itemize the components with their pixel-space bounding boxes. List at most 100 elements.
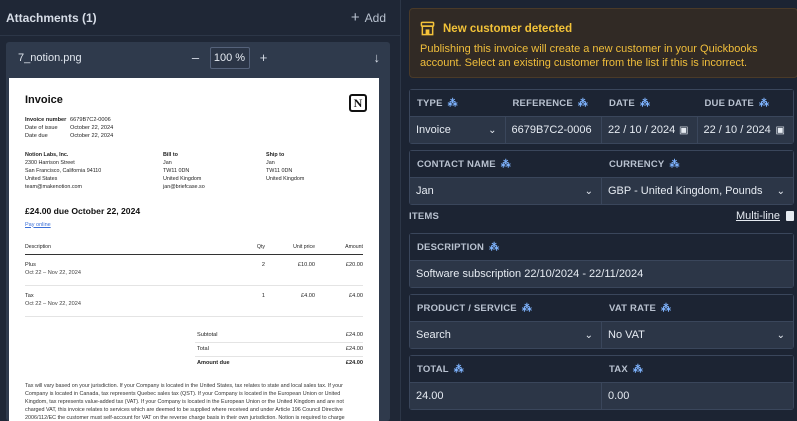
type-label: TYPE ⁂ [417,97,458,109]
magic-wand-icon: ⁂ [521,302,533,314]
magic-wand-icon: ⁂ [639,97,651,109]
total-value: £24.00 [345,359,363,366]
contact-select[interactable]: Jan ⌄ [410,178,602,204]
column-qty: Qty [256,243,265,250]
from-line: San Francisco, California 94110 [25,168,102,175]
item-qty: 2 [261,261,265,268]
item-unit-price: £10.00 [297,261,315,268]
items-label: ITEMS [409,210,440,222]
description-input[interactable]: Software subscription 22/10/2024 - 22/11… [410,261,793,287]
zoom-input[interactable]: 100 % [209,46,250,69]
zoom-controls: – 100 % + [190,46,270,69]
zoom-out-button[interactable]: – [190,50,202,65]
due-date-label: DUE DATE ⁂ [704,97,770,109]
meta-row: Date of issue October 22, 2024 [25,124,363,132]
store-icon [420,21,435,36]
chevron-down-icon: ⌄ [488,124,497,136]
reference-label: REFERENCE ⁂ [512,97,589,109]
ship-to-line: Jan [266,159,275,166]
product-fields: PRODUCT / SERVICE ⁂ VAT RATE ⁂ Search ⌄ No … [409,294,794,349]
product-label: PRODUCT / SERVICE ⁂ [417,302,533,314]
magic-wand-icon: ⁂ [758,97,770,109]
due-date-input[interactable]: 22 / 10 / 2024 ▣ [698,117,794,143]
product-select[interactable]: Search ⌄ [410,322,602,348]
multi-line-toggle[interactable]: Multi-line [736,210,794,222]
attachments-header: Attachments (1) + Add [0,0,400,36]
item-amount: £4.00 [349,292,363,299]
meta-row: Invoice number 6679B7C2-0006 [25,116,363,124]
type-select[interactable]: Invoice ⌄ [410,117,506,143]
currency-label: CURRENCY ⁂ [609,158,680,170]
item-unit-price: £4.00 [301,292,315,299]
bill-to-line: TW11 0DN [163,168,190,175]
zoom-value: 100 [213,51,233,64]
meta-value: 6679B7C2-0006 [70,117,111,123]
download-icon[interactable]: ↓ [374,50,381,65]
item-qty: 1 [261,292,265,299]
multi-line-label: Multi-line [735,210,780,222]
chevron-down-icon: ⌄ [776,185,785,197]
zoom-in-button[interactable]: + [258,50,270,65]
add-attachment-button[interactable]: + Add [350,8,386,26]
item-period: Oct 22 – Nov 22, 2024 [25,269,81,276]
from-line: team@makenotion.com [25,184,83,191]
contact-name-label: CONTACT NAME ⁂ [417,158,511,170]
from-line: 2300 Harrison Street [25,159,75,166]
vat-rate-select[interactable]: No VAT ⌄ [602,322,793,348]
item-period: Oct 22 – Nov 22, 2024 [25,300,81,307]
viewer-toolbar: 7_notion.png – 100 % + ↓ [6,42,390,73]
meta-row: Date due October 22, 2024 [25,132,363,140]
meta-key: Invoice number [25,117,67,123]
from-address: Notion Labs, Inc. 2300 Harrison Street S… [25,151,163,192]
calendar-icon[interactable]: ▣ [679,125,688,136]
total-input[interactable]: 24.00 [410,383,602,409]
description-label: DESCRIPTION ⁂ [417,241,500,253]
zoom-unit: % [235,51,246,64]
plus-icon: + [350,8,360,26]
vat-rate-label: VAT RATE ⁂ [609,302,672,314]
date-input[interactable]: 22 / 10 / 2024 ▣ [602,117,698,143]
total-value: £24.00 [345,331,363,338]
reference-input[interactable]: 6679B7C2-0006 [506,117,602,143]
attachments-title: Attachments (1) [6,10,97,25]
attachment-viewer: 7_notion.png – 100 % + ↓ Invoice N Invoi… [6,42,390,421]
document-icon [786,211,794,221]
line-item: Tax Oct 22 – Nov 22, 2024 1 £4.00 £4.00 [25,286,363,317]
meta-key: Date due [25,133,48,140]
alert-message: Publishing this invoice will create a ne… [420,43,758,69]
contact-fields: CONTACT NAME ⁂ CURRENCY ⁂ Jan ⌄ GBP - Unite… [409,150,794,205]
pay-online-link[interactable]: Pay online [25,222,363,228]
bill-to: Bill to Jan TW11 0DN United Kingdom jan@… [163,151,266,192]
ship-to-line: United Kingdom [266,176,305,183]
address-block: Notion Labs, Inc. 2300 Harrison Street S… [25,151,363,192]
new-customer-alert: New customer detected Publishing this in… [409,8,797,78]
total-label: Amount due [197,359,230,366]
invoice-form-panel: New customer detected Publishing this in… [400,0,797,421]
magic-wand-icon: ⁂ [500,158,511,170]
subtotal-row: Subtotal £24.00 [195,329,363,343]
meta-key: Date of issue [25,125,58,132]
meta-value: October 22, 2024 [70,133,114,140]
magic-wand-icon: ⁂ [447,97,458,109]
item-description: Tax [25,292,34,299]
item-amount: £20.00 [345,261,363,268]
total-label: Total [197,345,209,352]
magic-wand-icon: ⁂ [453,363,464,375]
total-value: £24.00 [345,345,363,352]
description-field: DESCRIPTION ⁂ Software subscription 22/10… [409,233,794,288]
amount-due-heading: £24.00 due October 22, 2024 [25,205,141,216]
notion-logo: N [349,94,367,112]
magic-wand-icon: ⁂ [577,97,589,109]
tax-input[interactable]: 0.00 [602,383,793,409]
column-amount: Amount [345,243,363,250]
invoice-meta: Invoice number 6679B7C2-0006 Date of iss… [25,116,363,141]
invoice-title: Invoice [25,94,63,106]
calendar-icon[interactable]: ▣ [776,125,785,136]
invoice-preview: Invoice N Invoice number 6679B7C2-0006 D… [9,78,379,421]
currency-select[interactable]: GBP - United Kingdom, Pounds ⌄ [602,178,793,204]
column-description: Description [25,243,51,250]
totals-block: Subtotal £24.00 Total £24.00 Amount due … [195,329,363,370]
from-line: Notion Labs, Inc. [25,151,69,158]
magic-wand-icon: ⁂ [669,158,680,170]
amount-fields: TOTAL ⁂ TAX ⁂ 24.00 0.00 [409,355,794,410]
